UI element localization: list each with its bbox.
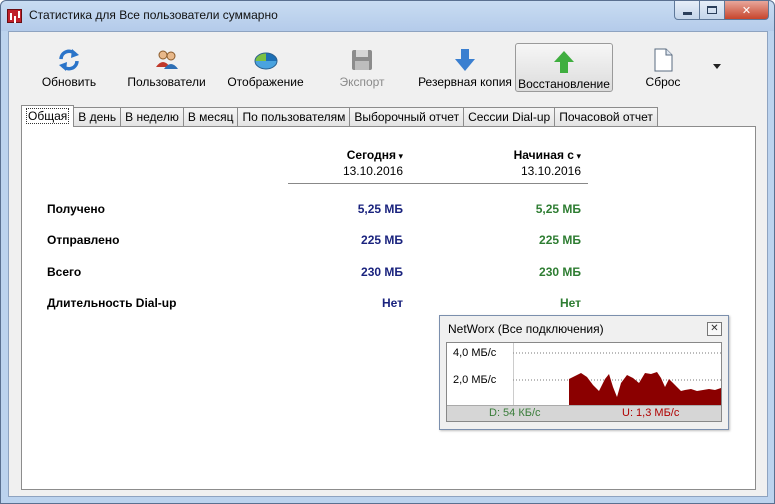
minimize-button[interactable] xyxy=(674,1,700,20)
display-icon xyxy=(254,52,277,70)
title-bar[interactable]: Статистика для Все пользователи суммарно… xyxy=(1,1,774,31)
tab-by-users[interactable]: По пользователям xyxy=(237,107,351,127)
tab-monthly[interactable]: В месяц xyxy=(182,107,239,127)
display-button[interactable]: Отображение xyxy=(223,42,308,92)
tab-daily[interactable]: В день xyxy=(73,107,122,127)
arrow-up-icon xyxy=(554,51,574,73)
backup-button[interactable]: Резервная копия xyxy=(415,42,515,92)
upload-speed: U: 1,3 МБ/с xyxy=(622,407,680,419)
close-icon: ✕ xyxy=(741,4,752,17)
app-window: Статистика для Все пользователи суммарно… xyxy=(0,0,775,504)
sent-today: 225 МБ xyxy=(361,233,403,247)
total-today: 230 МБ xyxy=(361,265,403,279)
maximize-button[interactable] xyxy=(700,1,725,20)
mini-close-button[interactable]: ✕ xyxy=(707,322,722,336)
export-label: Экспорт xyxy=(339,75,385,89)
today-header: Сегодня xyxy=(343,148,403,162)
restore-button[interactable]: Восстановление xyxy=(515,43,613,92)
mini-window-title: NetWorx (Все подключения) xyxy=(448,322,604,336)
tab-custom-report[interactable]: Выборочный отчет xyxy=(349,107,465,127)
app-icon xyxy=(7,9,22,23)
row-label-received: Получено xyxy=(47,202,106,216)
refresh-icon xyxy=(59,49,79,71)
total-since: 230 МБ xyxy=(539,265,581,279)
tab-general[interactable]: Общая xyxy=(21,105,75,127)
today-column-header[interactable]: Сегодня 13.10.2016 xyxy=(343,148,403,178)
sent-since: 225 МБ xyxy=(539,233,581,247)
window-controls: ✕ xyxy=(674,1,769,21)
tab-hourly-report[interactable]: Почасовой отчет xyxy=(554,107,658,127)
refresh-button[interactable]: Обновить xyxy=(29,42,109,92)
dialup-since: Нет xyxy=(559,296,581,310)
close-icon: ✕ xyxy=(710,323,719,334)
reset-label: Сброс xyxy=(645,75,681,89)
users-icon xyxy=(155,50,178,69)
restore-label: Восстановление xyxy=(518,77,610,91)
row-label-dialup: Длительность Dial-up xyxy=(47,296,177,310)
row-label-total: Всего xyxy=(47,265,82,279)
save-disk-icon xyxy=(352,50,372,70)
tab-dialup-sessions[interactable]: Сессии Dial-up xyxy=(463,107,556,127)
graph-y-mid: 2,0 МБ/с xyxy=(453,374,497,386)
close-button[interactable]: ✕ xyxy=(725,1,769,20)
dialup-today: Нет xyxy=(381,296,403,310)
traffic-plot xyxy=(513,343,721,407)
upload-area xyxy=(569,372,721,407)
toolbar-more-icon[interactable] xyxy=(713,64,721,69)
reset-button[interactable]: Сброс xyxy=(633,42,693,92)
graph-y-top: 4,0 МБ/с xyxy=(453,347,497,359)
header-divider xyxy=(288,183,588,184)
tab-weekly[interactable]: В неделю xyxy=(120,107,184,127)
networx-mini-window[interactable]: NetWorx (Все подключения) ✕ 4,0 МБ/с 2,0… xyxy=(439,315,729,430)
today-date: 13.10.2016 xyxy=(342,164,403,178)
maximize-icon xyxy=(707,6,717,14)
since-date: 13.10.2016 xyxy=(520,164,581,178)
received-today: 5,25 МБ xyxy=(357,202,403,216)
export-button[interactable]: Экспорт xyxy=(327,42,397,92)
users-button[interactable]: Пользователи xyxy=(124,42,209,92)
general-panel: Сегодня 13.10.2016 Начиная с 13.10.2016 … xyxy=(21,126,756,490)
backup-label: Резервная копия xyxy=(418,75,512,89)
tab-bar: Общая В день В неделю В месяц По пользов… xyxy=(21,105,658,127)
blank-page-icon xyxy=(654,48,673,72)
display-label: Отображение xyxy=(227,75,304,89)
window-title: Статистика для Все пользователи суммарно xyxy=(29,8,278,22)
refresh-label: Обновить xyxy=(41,75,97,89)
traffic-graph: 4,0 МБ/с 2,0 МБ/с D: 54 КБ/с U: 1,3 МБ/с xyxy=(446,342,722,422)
since-column-header[interactable]: Начиная с 13.10.2016 xyxy=(514,148,581,178)
download-speed: D: 54 КБ/с xyxy=(489,407,541,419)
since-header: Начиная с xyxy=(514,148,581,162)
row-label-sent: Отправлено xyxy=(47,233,120,247)
graph-footer: D: 54 КБ/с U: 1,3 МБ/с xyxy=(447,405,721,421)
minimize-icon xyxy=(682,11,692,15)
users-label: Пользователи xyxy=(127,75,206,89)
arrow-down-icon xyxy=(455,49,475,71)
received-since: 5,25 МБ xyxy=(535,202,581,216)
toolbar: Обновить Пользователи Отображение Экспор… xyxy=(9,32,767,96)
